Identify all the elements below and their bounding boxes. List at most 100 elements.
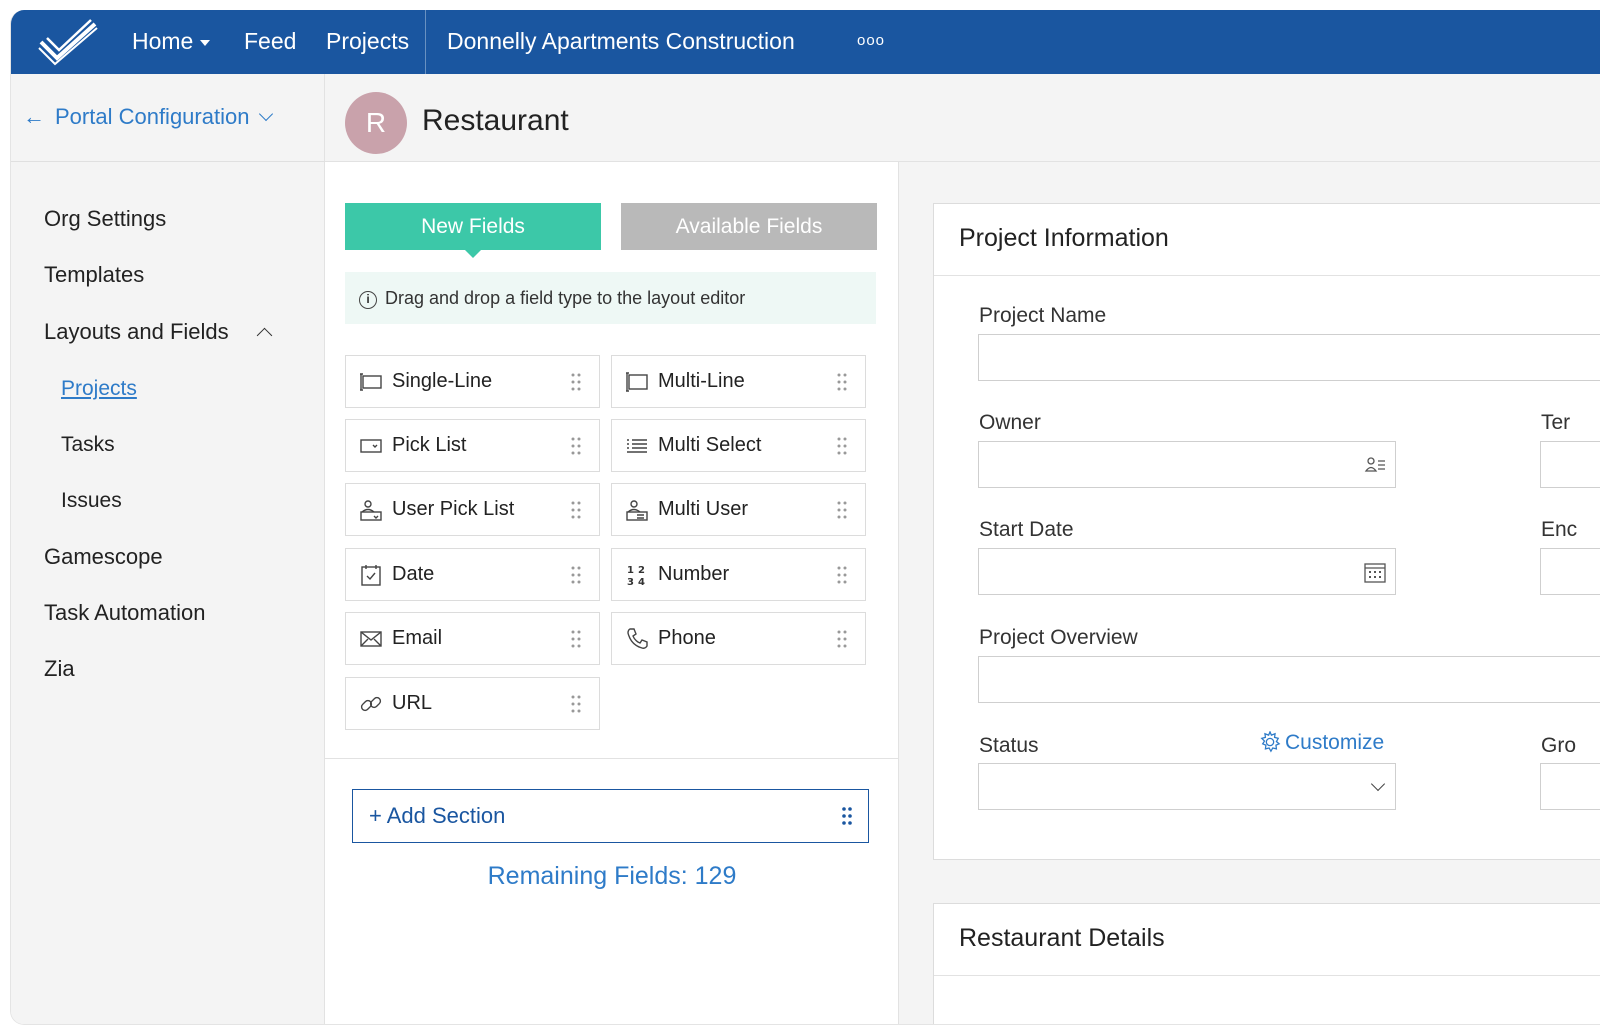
palette-divider <box>325 758 899 759</box>
sidebar-item-label: Layouts and Fields <box>44 319 229 344</box>
field-type-multi-line[interactable]: Multi-Line <box>611 355 866 408</box>
user-pick-list-icon <box>360 500 382 521</box>
section-restaurant-details[interactable]: Restaurant Details <box>933 903 1600 1024</box>
settings-sidebar: ← Portal Configuration Org Settings Templ… <box>11 74 325 1024</box>
field-palette: New Fields Available Fields i Drag and dr… <box>325 162 899 1024</box>
field-input-project-name[interactable] <box>978 334 1600 381</box>
chevron-down-icon[interactable] <box>259 106 274 122</box>
drag-handle-icon[interactable] <box>571 437 581 455</box>
layout-title: Restaurant <box>422 104 569 137</box>
caret-down-icon <box>200 39 211 46</box>
chevron-up-icon[interactable] <box>256 327 272 344</box>
back-arrow-icon[interactable]: ← <box>23 104 45 129</box>
drag-handle-icon[interactable] <box>571 630 581 648</box>
field-type-label: Single-Line <box>392 370 493 392</box>
chevron-down-icon[interactable] <box>1370 776 1386 792</box>
field-type-number[interactable]: 1234 Number <box>611 548 866 601</box>
drag-handle-icon[interactable] <box>571 373 581 391</box>
tab-available-fields[interactable]: Available Fields <box>621 203 877 250</box>
info-icon: i <box>359 291 377 309</box>
drag-handle-icon[interactable] <box>837 566 847 584</box>
app-logo-icon[interactable] <box>37 18 99 66</box>
user-list-icon[interactable] <box>1363 453 1387 477</box>
remaining-fields-count: Remaining Fields: 129 <box>487 862 737 890</box>
calendar-icon[interactable] <box>1363 560 1387 584</box>
sidebar-item-templates[interactable]: Templates <box>44 262 144 288</box>
top-nav-bar: Home Feed Projects Donnelly Apartments C… <box>11 10 1600 74</box>
more-options-icon[interactable]: ooo <box>857 32 885 49</box>
add-section-button[interactable]: + Add Section <box>352 789 869 843</box>
sidebar-item-issues[interactable]: Issues <box>61 489 122 513</box>
field-input-owner[interactable] <box>978 441 1396 488</box>
section-divider <box>934 975 1600 976</box>
nav-portal-name[interactable]: Donnelly Apartments Construction <box>447 28 795 55</box>
sidebar-item-task-automation[interactable]: Task Automation <box>44 600 205 626</box>
field-type-pick-list[interactable]: Pick List <box>345 419 600 472</box>
drag-hint: i Drag and drop a field type to the layou… <box>345 272 876 324</box>
add-section-label: + Add Section <box>369 803 506 828</box>
field-type-multi-user[interactable]: Multi User <box>611 483 866 536</box>
field-type-single-line[interactable]: Single-Line <box>345 355 600 408</box>
customize-label: Customize <box>1285 731 1385 754</box>
sidebar-item-zia[interactable]: Zia <box>44 656 75 682</box>
multi-line-icon <box>626 372 648 392</box>
drag-handle-icon[interactable] <box>837 630 847 648</box>
field-type-label: User Pick List <box>392 498 515 520</box>
field-select-status[interactable] <box>978 763 1396 810</box>
field-type-user-pick-list[interactable]: User Pick List <box>345 483 600 536</box>
field-label-end-partial: Enc <box>1541 518 1578 541</box>
section-project-information[interactable]: Project Information Project Name Owner T… <box>933 203 1600 860</box>
layout-header: R Restaurant <box>325 74 1600 162</box>
field-input-template[interactable] <box>1540 441 1600 488</box>
tab-new-fields[interactable]: New Fields <box>345 203 601 258</box>
sidebar-item-gamescope[interactable]: Gamescope <box>44 544 163 570</box>
field-input-group[interactable] <box>1540 763 1600 810</box>
sidebar-item-projects[interactable]: Projects <box>61 377 137 401</box>
svg-text:1: 1 <box>627 565 634 576</box>
field-type-label: Multi-Line <box>658 370 745 392</box>
nav-separator <box>425 10 426 74</box>
field-type-label: Multi Select <box>658 434 762 456</box>
field-input-end-date[interactable] <box>1540 548 1600 595</box>
number-icon: 1 23 4 <box>627 565 645 587</box>
field-type-multi-select[interactable]: Multi Select <box>611 419 866 472</box>
svg-text:2: 2 <box>638 565 645 576</box>
field-input-start-date[interactable] <box>978 548 1396 595</box>
nav-home[interactable]: Home <box>132 28 211 55</box>
nav-feed[interactable]: Feed <box>244 28 296 55</box>
field-type-email[interactable]: Email <box>345 612 600 665</box>
drag-handle-icon[interactable] <box>842 807 852 825</box>
field-input-project-overview[interactable] <box>978 656 1600 703</box>
section-title: Project Information <box>959 224 1169 252</box>
sidebar-item-tasks[interactable]: Tasks <box>61 433 115 457</box>
link-icon <box>360 696 382 712</box>
multi-user-icon <box>626 500 648 521</box>
drag-handle-icon[interactable] <box>837 501 847 519</box>
field-label-start-date: Start Date <box>979 518 1074 541</box>
svg-text:4: 4 <box>638 577 645 587</box>
drag-handle-icon[interactable] <box>571 566 581 584</box>
field-type-label: Multi User <box>658 498 749 520</box>
field-type-label: Phone <box>658 627 716 649</box>
portal-configuration-link[interactable]: ← Portal Configuration <box>23 104 274 130</box>
field-label-project-name: Project Name <box>979 304 1107 327</box>
sidebar-divider <box>11 161 325 162</box>
drag-handle-icon[interactable] <box>837 373 847 391</box>
field-label-project-overview: Project Overview <box>979 626 1138 649</box>
portal-configuration-label: Portal Configuration <box>55 104 250 129</box>
sidebar-item-org-settings[interactable]: Org Settings <box>44 206 166 232</box>
field-type-label: URL <box>392 692 433 714</box>
nav-projects[interactable]: Projects <box>326 28 409 55</box>
customize-link[interactable]: Customize <box>1259 731 1384 755</box>
field-type-phone[interactable]: Phone <box>611 612 866 665</box>
phone-icon <box>627 628 648 649</box>
sidebar-item-layouts-and-fields[interactable]: Layouts and Fields <box>44 319 272 345</box>
drag-handle-icon[interactable] <box>837 437 847 455</box>
drag-hint-text: Drag and drop a field type to the layout… <box>385 288 746 308</box>
field-type-url[interactable]: URL <box>345 677 600 730</box>
drag-handle-icon[interactable] <box>571 695 581 713</box>
drag-handle-icon[interactable] <box>571 501 581 519</box>
field-type-date[interactable]: Date <box>345 548 600 601</box>
layout-editor: Project Information Project Name Owner T… <box>899 162 1600 1024</box>
nav-home-label: Home <box>132 28 194 54</box>
